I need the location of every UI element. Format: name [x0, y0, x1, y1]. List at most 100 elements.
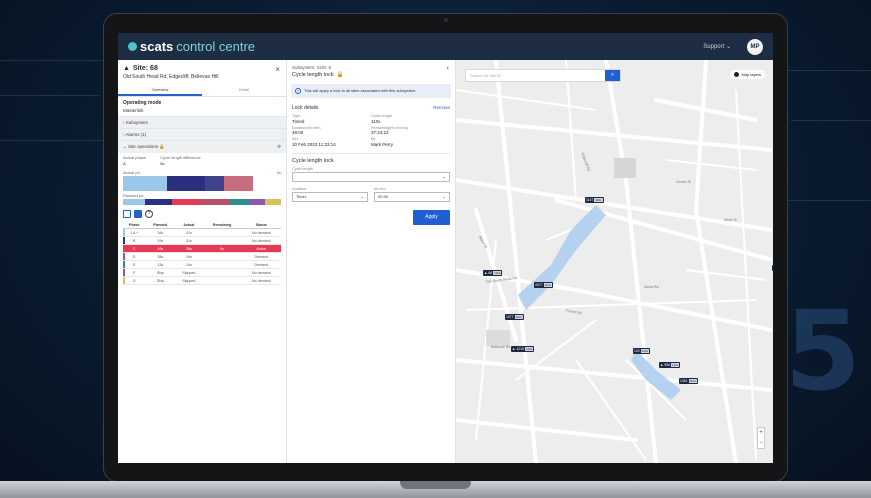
zoom-out-icon[interactable]: − [759, 440, 763, 446]
table-row[interactable]: G Skip Skipped No demand [123, 276, 281, 285]
actual-phase: Actual phase A [123, 155, 147, 166]
duration-label: Duration [292, 186, 307, 191]
street-map [456, 60, 772, 463]
cell-text: E [133, 262, 136, 267]
cell-text: Demand [254, 262, 269, 267]
cell-phase: G [123, 276, 146, 285]
cell-text: 28s [185, 246, 192, 251]
cell-actual: 31s [175, 236, 203, 245]
hhmm-select[interactable]: 00:30 ⌄ [374, 191, 450, 202]
cell-text: Active [256, 246, 267, 251]
app-logo[interactable]: scats control centre [128, 39, 255, 54]
detail-duration: Duration(hh:mm) 48:00 [292, 125, 321, 136]
cell-phase: E [123, 260, 146, 269]
gear-icon[interactable]: ⚙ [277, 144, 281, 150]
detail-by: By Mark Perry [371, 137, 394, 147]
chevron-right-icon: › [123, 132, 125, 137]
site-tag[interactable]: ▲ 1219 110s [511, 346, 535, 352]
cell-phase: B [123, 236, 146, 245]
cell-planned: 35s [145, 252, 176, 261]
planned-seg-d [198, 199, 231, 205]
map-search-input[interactable]: Search for site ID ⌕ [465, 69, 621, 82]
planned-phase-bar [123, 199, 281, 205]
table-row[interactable]: F Skip Skipped No demand [123, 268, 281, 277]
actual-ph-note: 0s [276, 170, 281, 175]
cell-remaining [202, 252, 242, 261]
cell-text: 16s [157, 230, 164, 235]
tab-detail[interactable]: Detail [202, 85, 286, 96]
site-tag[interactable]: 122 110s [633, 348, 650, 354]
cell-text: 31s [185, 238, 192, 243]
table-row[interactable]: 1 A + 16s 41s No demand [123, 228, 281, 237]
chevron-down-icon: ⌄ [725, 44, 731, 50]
detail-set: Set 10 Feb 2023 11:33:14 [292, 137, 336, 147]
lock-details-grid: Type Timed Cycle length 110s Duration(hh:m… [287, 113, 455, 148]
col-status: Status [241, 221, 281, 229]
phase-color-swatch [123, 277, 125, 284]
map-layers-button[interactable]: Map layers [730, 70, 765, 79]
duration-select[interactable]: Timer ⌄ [292, 191, 368, 202]
cell-text: No demand [251, 238, 271, 243]
map-view[interactable]: Old South Head Rd Ocean St Ethel St Fore… [456, 60, 773, 463]
site-title: ▲ Site: 68 [123, 65, 158, 72]
planned-seg-b [145, 199, 172, 205]
table-row[interactable]: C 19s 28s 0s Active [123, 244, 281, 253]
cell-remaining [202, 260, 242, 269]
collapse-chevron-icon[interactable]: ‹ [447, 65, 449, 72]
tab-overview[interactable]: Overview [118, 85, 202, 96]
zoom-in-icon[interactable]: + [759, 430, 763, 436]
remove-link[interactable]: Remove [433, 105, 450, 111]
detail-type: Type Timed [292, 114, 305, 124]
close-icon[interactable]: × [275, 65, 280, 74]
user-avatar[interactable]: MP [747, 38, 763, 55]
table-row[interactable]: B 19s 31s No demand [123, 236, 281, 245]
help-icon[interactable]: ? [145, 210, 153, 218]
cell-status: Demand [241, 260, 281, 269]
cell-text: 13s [157, 262, 164, 267]
zoom-control[interactable]: + − [757, 427, 765, 449]
site-tag[interactable]: 4077 110s [534, 282, 553, 288]
site-tag[interactable]: ▲ 956 110s [659, 362, 681, 368]
planned-seg-e [230, 199, 250, 205]
cell-planned: Skip [145, 268, 176, 277]
cell-text: No demand [251, 278, 271, 283]
cell-phase: 1 A + [123, 228, 146, 237]
cycle-length-difference: Cycle length difference 0s [160, 155, 201, 166]
cell-planned: 16s [145, 228, 176, 237]
phase-color-swatch [123, 253, 125, 260]
support-menu[interactable]: Support ⌄ [703, 43, 731, 50]
accordion-subsystem[interactable]: › Subsystem [118, 116, 286, 128]
site-tag[interactable]: 1147 110s [585, 197, 604, 203]
camera-dot [444, 18, 448, 22]
actual-ph-label: Actual ph: [123, 170, 141, 175]
detail-remaining: Remaining(hh:mm:ss) 37:24:23 [371, 125, 409, 136]
site-panel: ▲ Site: 68 Old South Head Rd, Edgecliff,… [118, 60, 287, 463]
apply-button[interactable]: Apply [413, 209, 450, 225]
list-view-icon[interactable] [123, 210, 131, 218]
site-tag[interactable]: 1077 110s [505, 314, 524, 320]
cell-text: Demand [254, 254, 269, 259]
cell-text: 35s [157, 254, 164, 259]
street-label: Bellevue Rd [491, 345, 511, 349]
chevron-down-icon: ⌄ [442, 174, 446, 179]
search-icon[interactable]: ⌕ [605, 70, 620, 81]
site-tag[interactable]: 3451110s [772, 265, 773, 271]
cycle-length-select[interactable]: ⌄ [292, 171, 450, 182]
table-view-icon[interactable] [134, 210, 142, 218]
cell-status: No demand [241, 236, 281, 245]
cell-text: B [133, 238, 136, 243]
cell-remaining [202, 276, 242, 285]
table-row[interactable]: E 13s 14s Demand [123, 260, 281, 269]
accordion-alarms[interactable]: › Alarms (1) [118, 128, 286, 140]
table-row[interactable]: D 35s 19s Demand [123, 252, 281, 261]
cell-text: 1 A + [130, 230, 139, 235]
cell-status: No demand [241, 276, 281, 285]
actual-seg-c [224, 176, 253, 191]
accordion-site-operations[interactable]: ⌄ Site operations 🔒 ⚙ [118, 140, 286, 153]
planned-ph-label: Planned ph: [123, 193, 145, 198]
cell-text: 14s [185, 262, 192, 267]
site-tag[interactable]: 1351 110s [679, 378, 698, 384]
cell-text: 19s [157, 246, 164, 251]
layers-icon [734, 72, 740, 77]
site-tag[interactable]: ▲ 68 110s [483, 270, 503, 276]
